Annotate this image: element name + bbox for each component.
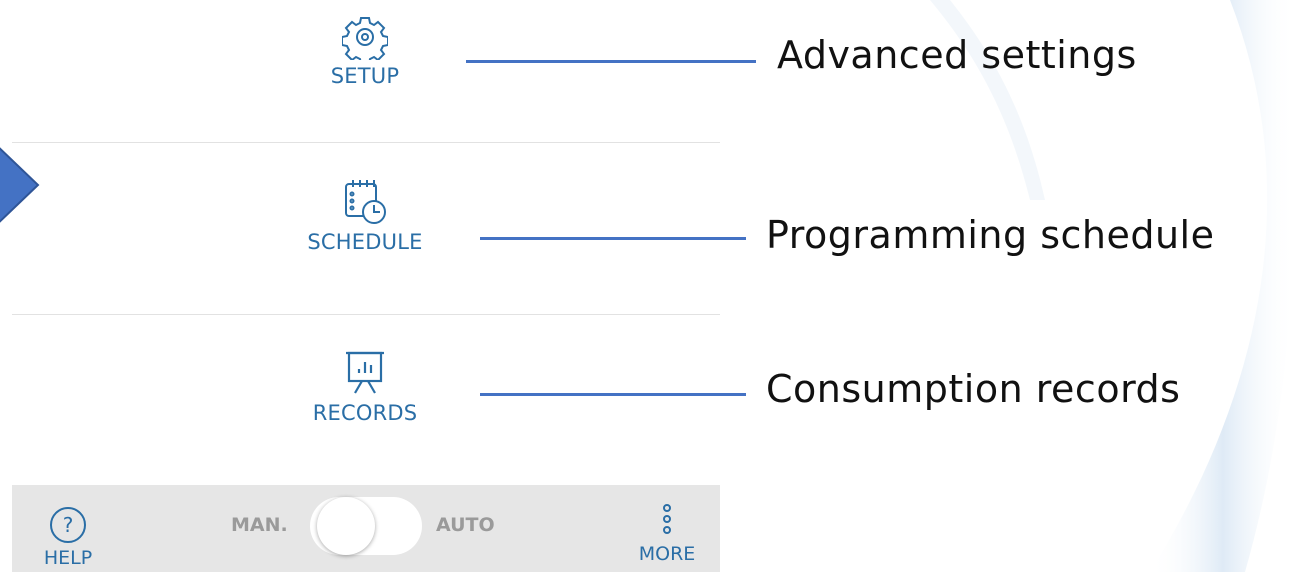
connector-line	[480, 237, 746, 240]
calendar-clock-icon	[345, 180, 386, 224]
menu-item-records[interactable]: RECORDS	[10, 349, 720, 425]
app-menu: SETUP SCHEDULE RECORDS	[0, 0, 720, 485]
divider	[12, 142, 720, 143]
menu-item-schedule[interactable]: SCHEDULE	[10, 178, 720, 254]
play-arrow-icon	[0, 147, 40, 223]
more-label: MORE	[638, 543, 696, 565]
help-button[interactable]: ? HELP	[38, 505, 98, 569]
connector-line	[466, 60, 756, 63]
records-label: RECORDS	[312, 401, 418, 425]
help-label: HELP	[43, 547, 93, 569]
schedule-label: SCHEDULE	[307, 230, 423, 254]
presentation-chart-icon	[346, 351, 384, 394]
mode-auto-label: AUTO	[436, 514, 495, 536]
toggle-knob[interactable]	[317, 497, 375, 555]
more-button[interactable]: MORE	[637, 501, 697, 565]
gear-icon	[342, 17, 388, 60]
callout-schedule: Programming schedule	[766, 213, 1215, 257]
menu-item-setup[interactable]: SETUP	[10, 14, 720, 88]
bottom-bar: ? HELP MAN. AUTO MORE	[12, 485, 720, 572]
more-vertical-icon	[663, 504, 671, 534]
help-icon: ?	[50, 507, 86, 543]
setup-label: SETUP	[330, 64, 400, 88]
callout-setup: Advanced settings	[777, 33, 1137, 77]
callout-records: Consumption records	[766, 367, 1181, 411]
svg-text:?: ?	[63, 513, 74, 537]
mode-manual-label: MAN.	[231, 514, 288, 536]
divider	[12, 314, 720, 315]
connector-line	[480, 393, 746, 396]
